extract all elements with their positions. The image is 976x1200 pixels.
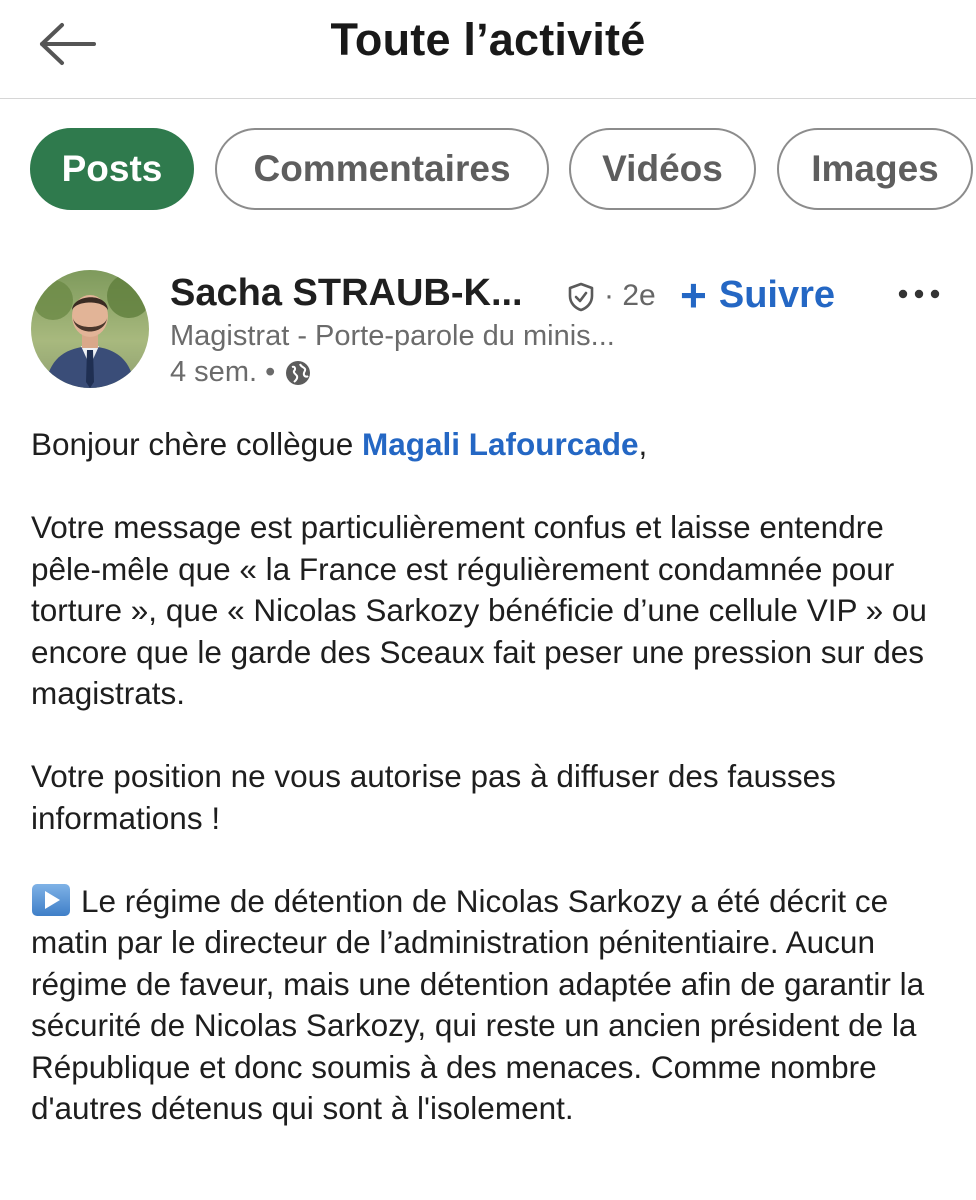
post-time: 4 sem. • — [170, 356, 276, 388]
filter-tabs: Posts Commentaires Vidéos Images — [0, 128, 976, 216]
post-body: Bonjour chère collègue Magali Lafourcade… — [31, 424, 951, 1171]
avatar-photo — [31, 270, 149, 388]
author-name[interactable]: Sacha STRAUB-K... — [170, 272, 523, 315]
page-title: Toute l’activité — [330, 14, 646, 65]
tab-images[interactable]: Images — [777, 128, 973, 210]
paragraph-4-text: Le régime de détention de Nicolas Sarkoz… — [31, 882, 925, 1127]
play-button-emoji-icon — [32, 883, 70, 916]
post-paragraph-3: Votre position ne vous autorise pas à di… — [31, 758, 836, 836]
mention-link[interactable]: Magali Lafourcade — [362, 426, 639, 462]
post-paragraph-4: Le régime de détention de Nicolas Sarkoz… — [31, 881, 951, 1130]
globe-icon — [286, 360, 311, 385]
plus-icon: + — [680, 269, 707, 321]
follow-label: Suivre — [718, 273, 836, 316]
tab-posts[interactable]: Posts — [30, 128, 194, 210]
post-paragraph-greeting: Bonjour chère collègue Magali Lafourcade… — [31, 424, 951, 466]
connection-degree: · 2e — [604, 279, 656, 312]
follow-button[interactable]: + Suivre — [680, 270, 835, 320]
more-options-button[interactable] — [895, 276, 943, 312]
shield-check-icon — [568, 282, 594, 312]
tab-commentaires[interactable]: Commentaires — [215, 128, 549, 210]
greeting-text: Bonjour chère collègue — [31, 426, 362, 462]
top-bar: Toute l’activité — [0, 0, 976, 99]
more-dots-icon — [898, 289, 940, 299]
post-paragraph-2: Votre message est particulièrement confu… — [31, 509, 927, 711]
tab-videos[interactable]: Vidéos — [569, 128, 756, 210]
author-avatar[interactable] — [31, 270, 149, 388]
author-headline: Magistrat - Porte-parole du minis... — [170, 320, 615, 352]
post-meta: 4 sem. • — [170, 356, 311, 389]
greeting-punctuation: , — [638, 426, 648, 462]
